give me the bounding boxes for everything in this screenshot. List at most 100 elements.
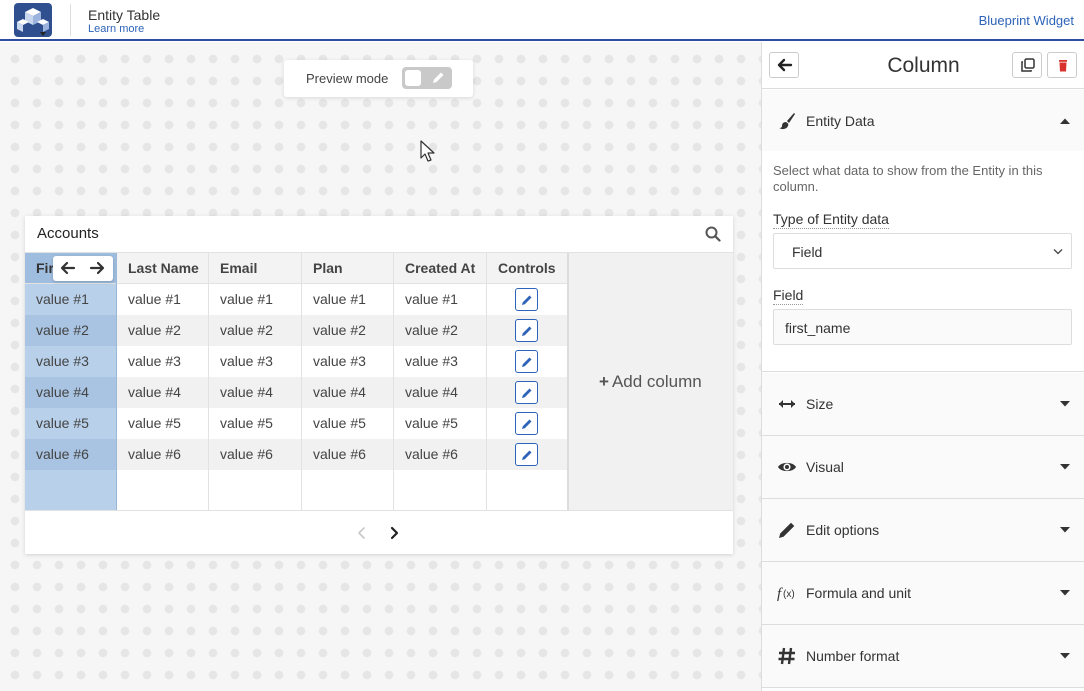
- plus-icon: +: [599, 372, 609, 391]
- column-settings-panel: Column Entity Data Select what data to s…: [761, 42, 1084, 691]
- duplicate-column-button[interactable]: [1012, 52, 1042, 78]
- pencil-icon: [522, 388, 532, 398]
- column-header[interactable]: Email: [209, 253, 301, 284]
- controls-cell: [487, 439, 567, 470]
- panel-header: Column: [762, 42, 1084, 89]
- entity-table-widget[interactable]: Accounts Fir value #1 value #2 value #3 …: [25, 216, 733, 554]
- caret-down-icon: [1060, 590, 1070, 596]
- entity-data-type-select[interactable]: Field: [773, 233, 1072, 269]
- add-column-label: + Add column: [599, 372, 702, 392]
- chevron-left-icon[interactable]: [356, 526, 368, 540]
- arrow-right-icon[interactable]: [89, 261, 105, 275]
- table-cell: value #5: [313, 415, 366, 431]
- edit-row-button[interactable]: [515, 349, 538, 373]
- table-cell: value #3: [220, 353, 273, 369]
- column-header[interactable]: Controls: [487, 253, 567, 284]
- caret-down-icon: [1060, 527, 1070, 533]
- table-cell: value #6: [25, 439, 116, 470]
- table-cell: value #6: [394, 439, 486, 470]
- column-header[interactable]: Last Name: [117, 253, 208, 284]
- table-cell: value #4: [117, 377, 208, 408]
- table-column-controls[interactable]: Controls: [487, 253, 567, 510]
- entity-data-type-value: Field: [792, 244, 823, 260]
- controls-cell: [487, 408, 567, 439]
- table-column-email[interactable]: Email value #1 value #2 value #3 value #…: [209, 253, 302, 510]
- app-title: Entity Table: [88, 7, 161, 23]
- preview-mode-toggle[interactable]: [402, 67, 452, 89]
- hash-icon: [778, 647, 795, 665]
- preview-mode-label: Preview mode: [306, 71, 389, 86]
- table-cell: value #1: [405, 291, 458, 307]
- field-input-value: first_name: [785, 320, 851, 336]
- header-divider: [70, 4, 71, 36]
- learn-more-link[interactable]: Learn more: [88, 23, 144, 35]
- chevron-down-icon: [1053, 249, 1063, 255]
- table-cell: value #5: [36, 415, 89, 431]
- table-grid: Fir value #1 value #2 value #3 value #4 …: [25, 252, 733, 510]
- arrow-left-icon[interactable]: [60, 261, 76, 275]
- add-column-text: Add column: [611, 372, 702, 391]
- section-label: Number format: [806, 648, 900, 664]
- edit-row-button[interactable]: [515, 411, 538, 435]
- pencil-icon: [522, 326, 532, 336]
- table-cell: value #3: [36, 353, 89, 369]
- resize-horizontal-icon: [779, 400, 795, 408]
- section-number-format[interactable]: Number format: [762, 625, 1084, 688]
- section-formula-and-unit[interactable]: f (x) Formula and unit: [762, 562, 1084, 625]
- table-cell: value #4: [302, 377, 393, 408]
- field-label: Field: [773, 287, 804, 305]
- section-edit-options[interactable]: Edit options: [762, 499, 1084, 562]
- controls-cell: [487, 346, 567, 377]
- field-input[interactable]: first_name: [773, 309, 1072, 345]
- toggle-knob: [405, 70, 421, 86]
- section-size[interactable]: Size: [762, 373, 1084, 436]
- eye-icon: [778, 462, 796, 472]
- add-column-button[interactable]: + Add column: [567, 253, 733, 510]
- chevron-right-icon[interactable]: [388, 526, 400, 540]
- table-column-plan[interactable]: Plan value #1 value #2 value #3 value #4…: [302, 253, 394, 510]
- section-label: Visual: [806, 459, 844, 475]
- table-cell: value #2: [117, 315, 208, 346]
- section-entity-data[interactable]: Entity Data: [762, 90, 1084, 152]
- table-cell: value #1: [220, 291, 273, 307]
- controls-cell: [487, 377, 567, 408]
- table-title: Accounts: [37, 225, 99, 242]
- table-column-first-name[interactable]: Fir value #1 value #2 value #3 value #4 …: [25, 253, 117, 510]
- pencil-icon: [522, 357, 532, 367]
- table-cell: value #6: [117, 439, 208, 470]
- column-move-controls: [53, 256, 113, 281]
- table-column-created-at[interactable]: Created At value #1 value #2 value #3 va…: [394, 253, 487, 510]
- pencil-icon: [433, 72, 444, 83]
- search-icon[interactable]: [705, 226, 721, 242]
- table-cell: value #6: [302, 439, 393, 470]
- edit-row-button[interactable]: [515, 287, 538, 311]
- duplicate-icon: [1021, 58, 1035, 72]
- entity-data-content: Select what data to show from the Entity…: [762, 151, 1084, 372]
- table-cell: value #6: [209, 439, 301, 470]
- section-visual[interactable]: Visual: [762, 436, 1084, 499]
- controls-cell: [487, 284, 567, 315]
- entity-data-description: Select what data to show from the Entity…: [773, 163, 1043, 194]
- edit-row-button[interactable]: [515, 318, 538, 342]
- brush-icon: [779, 113, 795, 130]
- delete-column-button[interactable]: [1047, 52, 1077, 78]
- caret-down-icon: [1060, 464, 1070, 470]
- preview-mode-bar: Preview mode: [284, 60, 473, 97]
- design-canvas: Preview mode Accounts Fir value #1 value…: [0, 42, 761, 691]
- blueprint-widget-link[interactable]: Blueprint Widget: [979, 13, 1074, 28]
- mouse-cursor-icon: [420, 140, 435, 162]
- table-column-last-name[interactable]: Last Name value #1 value #2 value #3 val…: [117, 253, 209, 510]
- column-header[interactable]: Plan: [302, 253, 393, 284]
- table-cell: value #5: [405, 415, 458, 431]
- section-label: Formula and unit: [806, 585, 912, 601]
- edit-row-button[interactable]: [515, 380, 538, 404]
- svg-text:(x): (x): [783, 589, 795, 600]
- pencil-icon: [522, 450, 532, 460]
- column-header[interactable]: Created At: [394, 253, 486, 284]
- pencil-icon: [779, 522, 795, 538]
- table-cell: value #4: [209, 377, 301, 408]
- section-label: Edit options: [806, 522, 880, 538]
- table-cell: value #2: [209, 315, 301, 346]
- pencil-icon: [522, 295, 532, 305]
- edit-row-button[interactable]: [515, 442, 538, 466]
